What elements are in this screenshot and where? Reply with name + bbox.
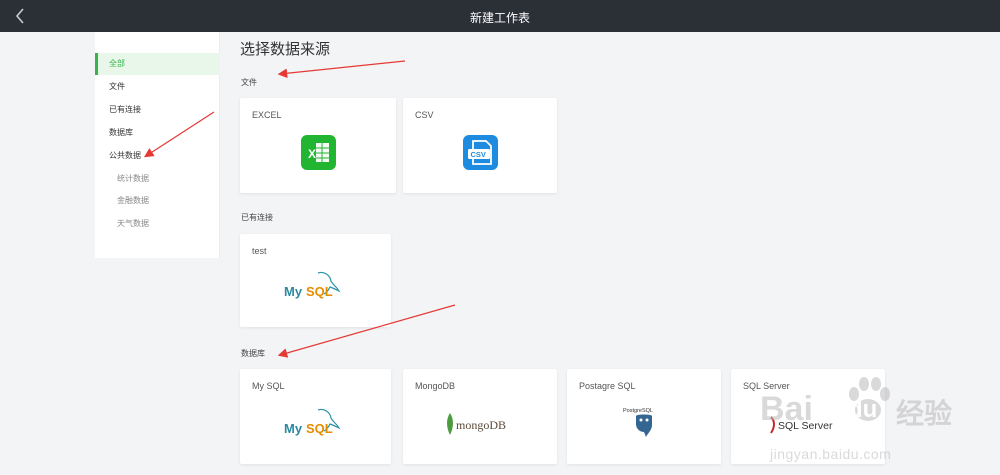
sidebar-item-weather[interactable]: 天气数据 — [95, 213, 220, 235]
card-label: Postagre SQL — [579, 381, 636, 391]
section-label-files: 文件 — [241, 78, 257, 87]
card-postgresql[interactable]: Postagre SQL PostgreSQL — [567, 369, 721, 464]
card-mongodb[interactable]: MongoDB mongoDB — [403, 369, 557, 464]
card-label: EXCEL — [252, 110, 282, 120]
svg-text:My: My — [284, 284, 303, 299]
page-title: 新建工作表 — [469, 11, 530, 25]
sidebar-item-finance[interactable]: 金融数据 — [95, 190, 220, 212]
card-label: MongoDB — [415, 381, 456, 391]
main-title: 选择数据来源 — [240, 40, 331, 58]
svg-text:My: My — [284, 421, 303, 436]
card-csv[interactable]: CSV CSV — [403, 98, 557, 193]
section-label-databases: 数据库 — [241, 349, 265, 358]
svg-text:PostgreSQL: PostgreSQL — [623, 408, 653, 414]
sidebar-item-statistics[interactable]: 统计数据 — [95, 168, 220, 190]
watermark-brand-b: du — [848, 396, 878, 423]
sidebar-item-files[interactable]: 文件 — [95, 76, 220, 98]
svg-text:CSV: CSV — [470, 150, 485, 159]
svg-text:X: X — [308, 147, 316, 161]
sidebar-item-public-data[interactable]: 公共数据 — [95, 145, 220, 167]
card-mysql[interactable]: My SQL My SQL — [240, 369, 391, 464]
excel-icon: X — [240, 134, 396, 170]
watermark-brand-cn: 经验 — [896, 397, 953, 430]
sidebar-item-connections[interactable]: 已有连接 — [95, 99, 220, 121]
sidebar: 全部 文件 已有连接 数据库 公共数据 统计数据 金融数据 天气数据 — [95, 32, 220, 258]
postgresql-logo: PostgreSQL — [567, 405, 721, 439]
card-connection-test[interactable]: test My SQL — [240, 234, 391, 327]
card-label: CSV — [415, 110, 434, 120]
card-label: My SQL — [252, 381, 285, 391]
svg-text:SQL: SQL — [306, 421, 333, 436]
mysql-logo: My SQL — [240, 405, 391, 441]
watermark-brand-a: Bai — [760, 390, 813, 428]
csv-icon: CSV — [403, 134, 557, 170]
sidebar-item-databases[interactable]: 数据库 — [95, 122, 220, 144]
section-label-connections: 已有连接 — [241, 213, 273, 222]
svg-text:SQL: SQL — [306, 284, 333, 299]
watermark-url: jingyan.baidu.com — [770, 446, 892, 462]
card-excel[interactable]: EXCEL X — [240, 98, 396, 193]
sidebar-item-all[interactable]: 全部 — [95, 53, 220, 75]
mongodb-logo: mongoDB — [403, 409, 557, 439]
card-label: test — [252, 246, 267, 256]
top-bar: 新建工作表 — [0, 0, 1000, 32]
mysql-logo: My SQL — [240, 268, 391, 304]
baidu-watermark: Bai du 经验 jingyan.baidu.com — [760, 370, 1000, 475]
svg-text:mongoDB: mongoDB — [456, 418, 506, 432]
